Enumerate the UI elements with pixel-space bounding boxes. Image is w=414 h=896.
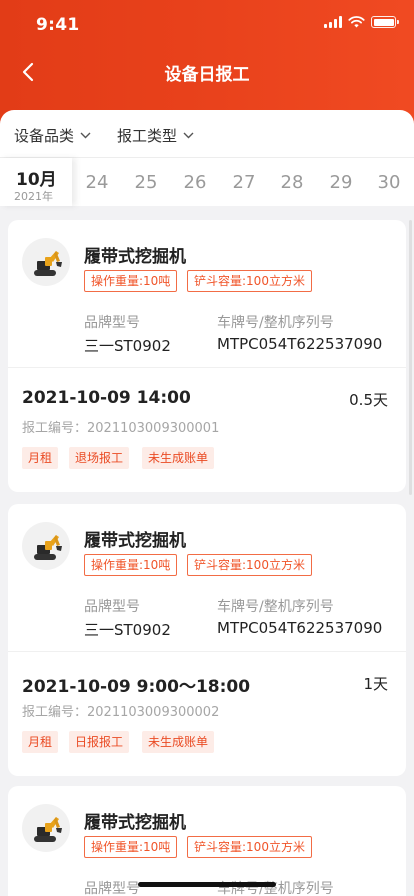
excavator-icon xyxy=(34,817,62,842)
report-time: 2021-10-09 9:00～18:00 xyxy=(22,677,251,697)
battery-icon xyxy=(371,16,399,28)
report-duration: 1天 xyxy=(363,675,388,693)
nav-bar: 设备日报工 xyxy=(0,50,414,94)
bill-status-tag: 未生成账单 xyxy=(142,447,215,469)
filter-row: 设备品类 报工类型 xyxy=(0,110,414,158)
card-divider xyxy=(8,651,406,652)
month-label: 10月 xyxy=(16,170,57,190)
page-title: 设备日报工 xyxy=(164,65,250,85)
date-item[interactable]: 24 xyxy=(77,172,117,193)
bill-status-tag: 未生成账单 xyxy=(142,731,215,753)
card-divider xyxy=(8,367,406,368)
weight-tag: 操作重量:10吨 xyxy=(84,554,178,576)
excavator-icon xyxy=(34,535,62,560)
month-selector[interactable]: 10月 2021年 xyxy=(0,158,72,206)
report-type-tag: 退场报工 xyxy=(69,447,130,469)
status-bar: 9:41 xyxy=(0,0,414,48)
report-card[interactable]: 履带式挖掘机 操作重量:10吨 铲斗容量:100立方米 品牌型号 车牌号/整机序… xyxy=(8,786,406,896)
brand-label: 品牌型号 xyxy=(84,881,140,896)
status-time: 9:41 xyxy=(36,15,80,35)
filter-label: 报工类型 xyxy=(117,127,178,145)
scrollbar[interactable] xyxy=(409,220,412,495)
equipment-name: 履带式挖掘机 xyxy=(84,531,186,551)
date-strip: 10月 2021年 24 25 26 27 28 29 30 xyxy=(0,158,414,206)
report-time: 2021-10-09 14:00 xyxy=(22,388,191,408)
report-card[interactable]: 履带式挖掘机 操作重量:10吨 铲斗容量:100立方米 品牌型号 车牌号/整机序… xyxy=(8,220,406,492)
excavator-image xyxy=(22,238,70,286)
bucket-tag: 铲斗容量:100立方米 xyxy=(187,554,312,576)
plate-label: 车牌号/整机序列号 xyxy=(217,599,334,615)
weight-tag: 操作重量:10吨 xyxy=(84,270,178,292)
date-item[interactable]: 28 xyxy=(272,172,312,193)
report-number: 报工编号：2021103009300001 xyxy=(22,421,220,436)
filter-label: 设备品类 xyxy=(14,127,75,145)
plate-value: MTPC054T622537090 xyxy=(217,335,383,353)
excavator-image xyxy=(22,804,70,852)
brand-label: 品牌型号 xyxy=(84,599,140,615)
date-item[interactable]: 27 xyxy=(224,172,264,193)
cellular-signal-icon xyxy=(324,16,342,28)
plate-label: 车牌号/整机序列号 xyxy=(217,881,334,896)
rental-type-tag: 月租 xyxy=(22,731,59,753)
report-duration: 0.5天 xyxy=(349,391,388,409)
excavator-icon xyxy=(34,251,62,276)
equipment-name: 履带式挖掘机 xyxy=(84,247,186,267)
bucket-tag: 铲斗容量:100立方米 xyxy=(187,836,312,858)
plate-value: MTPC054T622537090 xyxy=(217,619,383,637)
status-icons xyxy=(324,16,399,28)
equipment-name: 履带式挖掘机 xyxy=(84,813,186,833)
plate-label: 车牌号/整机序列号 xyxy=(217,315,334,331)
filter-equipment-category[interactable]: 设备品类 xyxy=(14,125,91,146)
date-item[interactable]: 25 xyxy=(126,172,166,193)
rental-type-tag: 月租 xyxy=(22,447,59,469)
chevron-down-icon xyxy=(80,132,91,139)
report-card[interactable]: 履带式挖掘机 操作重量:10吨 铲斗容量:100立方米 品牌型号 车牌号/整机序… xyxy=(8,504,406,776)
wifi-icon xyxy=(348,16,365,28)
brand-value: 三一ST0902 xyxy=(84,621,171,639)
home-indicator[interactable] xyxy=(138,882,276,887)
bucket-tag: 铲斗容量:100立方米 xyxy=(187,270,312,292)
filter-panel: 设备品类 报工类型 10月 2021年 24 25 26 27 28 29 30 xyxy=(0,110,414,206)
brand-label: 品牌型号 xyxy=(84,315,140,331)
chevron-down-icon xyxy=(183,132,194,139)
date-item[interactable]: 29 xyxy=(321,172,361,193)
filter-report-type[interactable]: 报工类型 xyxy=(117,125,194,146)
date-item[interactable]: 30 xyxy=(369,172,409,193)
year-label: 2021年 xyxy=(14,190,53,203)
report-number: 报工编号：2021103009300002 xyxy=(22,705,220,720)
excavator-image xyxy=(22,522,70,570)
report-type-tag: 日报报工 xyxy=(69,731,130,753)
brand-value: 三一ST0902 xyxy=(84,337,171,355)
date-item[interactable]: 26 xyxy=(175,172,215,193)
weight-tag: 操作重量:10吨 xyxy=(84,836,178,858)
